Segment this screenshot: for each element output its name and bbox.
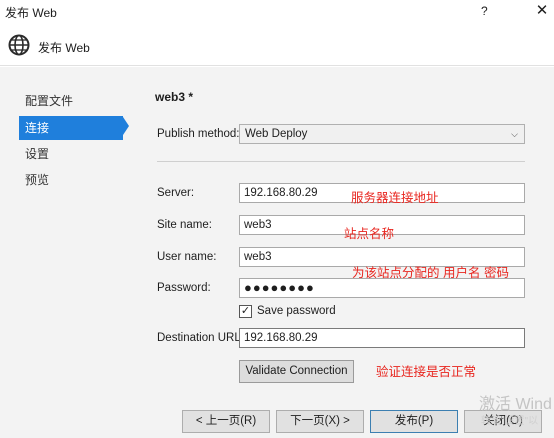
header-title: 发布 Web	[38, 41, 90, 55]
annotation-validate: 验证连接是否正常	[376, 365, 477, 379]
publish-method-label: Publish method:	[157, 128, 240, 140]
title-bar: 发布 Web ? ✕	[0, 0, 554, 24]
destination-url-input[interactable]: 192.168.80.29	[239, 328, 525, 348]
active-nav-arrow	[123, 117, 129, 135]
save-password-checkbox[interactable]: ✓	[239, 305, 252, 318]
sidebar-item-preview[interactable]: 预览	[19, 168, 123, 192]
next-button[interactable]: 下一页(X) >	[276, 410, 364, 433]
validate-connection-button[interactable]: Validate Connection	[239, 360, 354, 383]
chevron-down-icon: ⌵	[511, 129, 518, 139]
globe-icon	[8, 34, 30, 56]
profile-name: web3 *	[155, 90, 194, 104]
destination-url-label: Destination URL:	[157, 332, 244, 344]
activation-watermark-sub: 转到"设置"以	[481, 416, 539, 427]
sidebar-item-settings[interactable]: 设置	[19, 142, 123, 166]
publish-button[interactable]: 发布(P)	[370, 410, 458, 433]
annotation-server: 服务器连接地址	[351, 191, 439, 205]
password-label: Password:	[157, 282, 211, 294]
save-password-label: Save password	[257, 305, 336, 317]
server-label: Server:	[157, 187, 195, 199]
dialog-header: 发布 Web	[0, 24, 554, 66]
annotation-site: 站点名称	[344, 227, 395, 241]
publish-method-value: Web Deploy	[245, 128, 308, 140]
publish-method-select[interactable]: Web Deploy ⌵	[239, 124, 525, 144]
user-name-label: User name:	[157, 251, 217, 263]
annotation-credentials: 为该站点分配的 用户名 密码	[352, 266, 509, 280]
password-input[interactable]: ●●●●●●●●	[239, 278, 525, 298]
sidebar-item-connection[interactable]: 连接	[19, 116, 123, 140]
section-divider	[157, 161, 525, 162]
window-title: 发布 Web	[5, 6, 57, 20]
help-button[interactable]: ?	[481, 4, 488, 18]
sidebar-item-profile[interactable]: 配置文件	[19, 89, 123, 113]
previous-button[interactable]: < 上一页(R)	[182, 410, 270, 433]
site-name-label: Site name:	[157, 219, 212, 231]
activation-watermark: 激活 Wind	[479, 396, 552, 413]
close-icon[interactable]: ✕	[534, 1, 550, 19]
